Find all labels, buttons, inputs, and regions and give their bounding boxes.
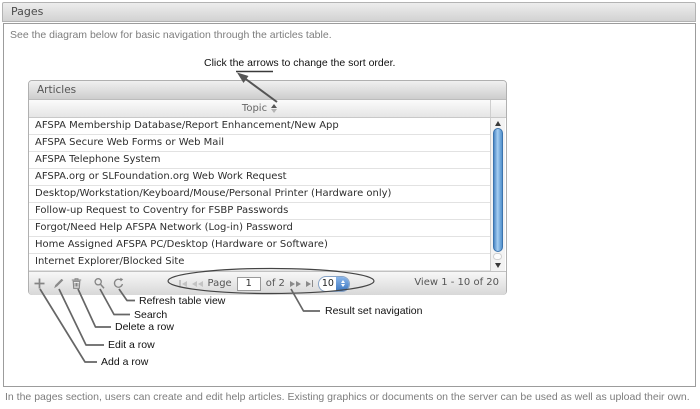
page-count-label: of 2	[266, 278, 285, 289]
grid-body: AFSPA Membership Database/Report Enhance…	[29, 118, 506, 271]
table-row[interactable]: Home Assigned AFSPA PC/Desktop (Hardware…	[29, 237, 490, 254]
topic-column-label: Topic	[242, 103, 267, 114]
page-title: Pages	[2, 2, 696, 22]
first-page-icon[interactable]	[179, 280, 187, 287]
table-row[interactable]: Desktop/Workstation/Keyboard/Mouse/Perso…	[29, 186, 490, 203]
grid-toolbar: Page of 2 10 View 1 - 10 of 20	[29, 271, 506, 295]
refresh-callout-label: Refresh table view	[139, 295, 225, 307]
edit-callout-label: Edit a row	[108, 339, 155, 351]
table-row[interactable]: Follow-up Request to Coventry for FSBP P…	[29, 203, 490, 220]
last-page-icon[interactable]	[306, 280, 314, 287]
table-row[interactable]: AFSPA Telephone System	[29, 152, 490, 169]
sort-asc-icon[interactable]	[271, 104, 277, 108]
sort-hint-label: Click the arrows to change the sort orde…	[204, 57, 395, 69]
articles-panel-title: Articles	[29, 81, 506, 100]
scrollbar-thumb[interactable]	[493, 128, 503, 252]
footer-text: In the pages section, users can create a…	[5, 391, 697, 403]
page-number-input[interactable]	[237, 277, 261, 291]
stepper-icon[interactable]	[336, 277, 349, 291]
table-row[interactable]: Forgot/Need Help AFSPA Network (Log-in) …	[29, 220, 490, 237]
intro-text: See the diagram below for basic navigati…	[10, 29, 332, 41]
page-size-value: 10	[319, 278, 336, 289]
delete-row-icon[interactable]	[70, 277, 83, 290]
table-row[interactable]: Internet Explorer/Blocked Site	[29, 254, 490, 271]
scroll-down-icon[interactable]	[491, 261, 505, 270]
pager: Page of 2 10	[179, 272, 350, 295]
add-callout-label: Add a row	[101, 356, 148, 368]
page: Pages See the diagram below for basic na…	[0, 0, 700, 409]
page-label: Page	[208, 278, 232, 289]
grid-rows: AFSPA Membership Database/Report Enhance…	[29, 118, 491, 271]
edit-row-icon[interactable]	[52, 277, 65, 290]
prev-page-icon[interactable]	[192, 281, 203, 287]
view-status: View 1 - 10 of 20	[414, 277, 499, 288]
refresh-icon[interactable]	[112, 277, 125, 290]
delete-callout-label: Delete a row	[115, 321, 174, 333]
search-icon[interactable]	[93, 277, 106, 290]
table-row[interactable]: AFSPA Secure Web Forms or Web Mail	[29, 135, 490, 152]
search-callout-label: Search	[134, 309, 167, 321]
scrollbar-track-end	[493, 253, 502, 260]
add-row-icon[interactable]	[33, 277, 46, 290]
column-header-cap	[491, 100, 506, 117]
page-size-select[interactable]: 10	[318, 276, 350, 292]
topic-column-header[interactable]: Topic	[29, 100, 491, 117]
sort-arrows-icon[interactable]	[271, 104, 277, 113]
articles-panel: Articles Topic AFSPA Membership Database…	[28, 80, 507, 295]
next-page-icon[interactable]	[290, 281, 301, 287]
vertical-scrollbar[interactable]	[491, 118, 505, 271]
grid-column-header: Topic	[29, 100, 506, 118]
sort-desc-icon[interactable]	[271, 109, 277, 113]
table-row[interactable]: AFSPA Membership Database/Report Enhance…	[29, 118, 490, 135]
scroll-up-icon[interactable]	[491, 119, 505, 128]
table-row[interactable]: AFSPA.org or SLFoundation.org Web Work R…	[29, 169, 490, 186]
result-nav-callout-label: Result set navigation	[325, 305, 422, 317]
